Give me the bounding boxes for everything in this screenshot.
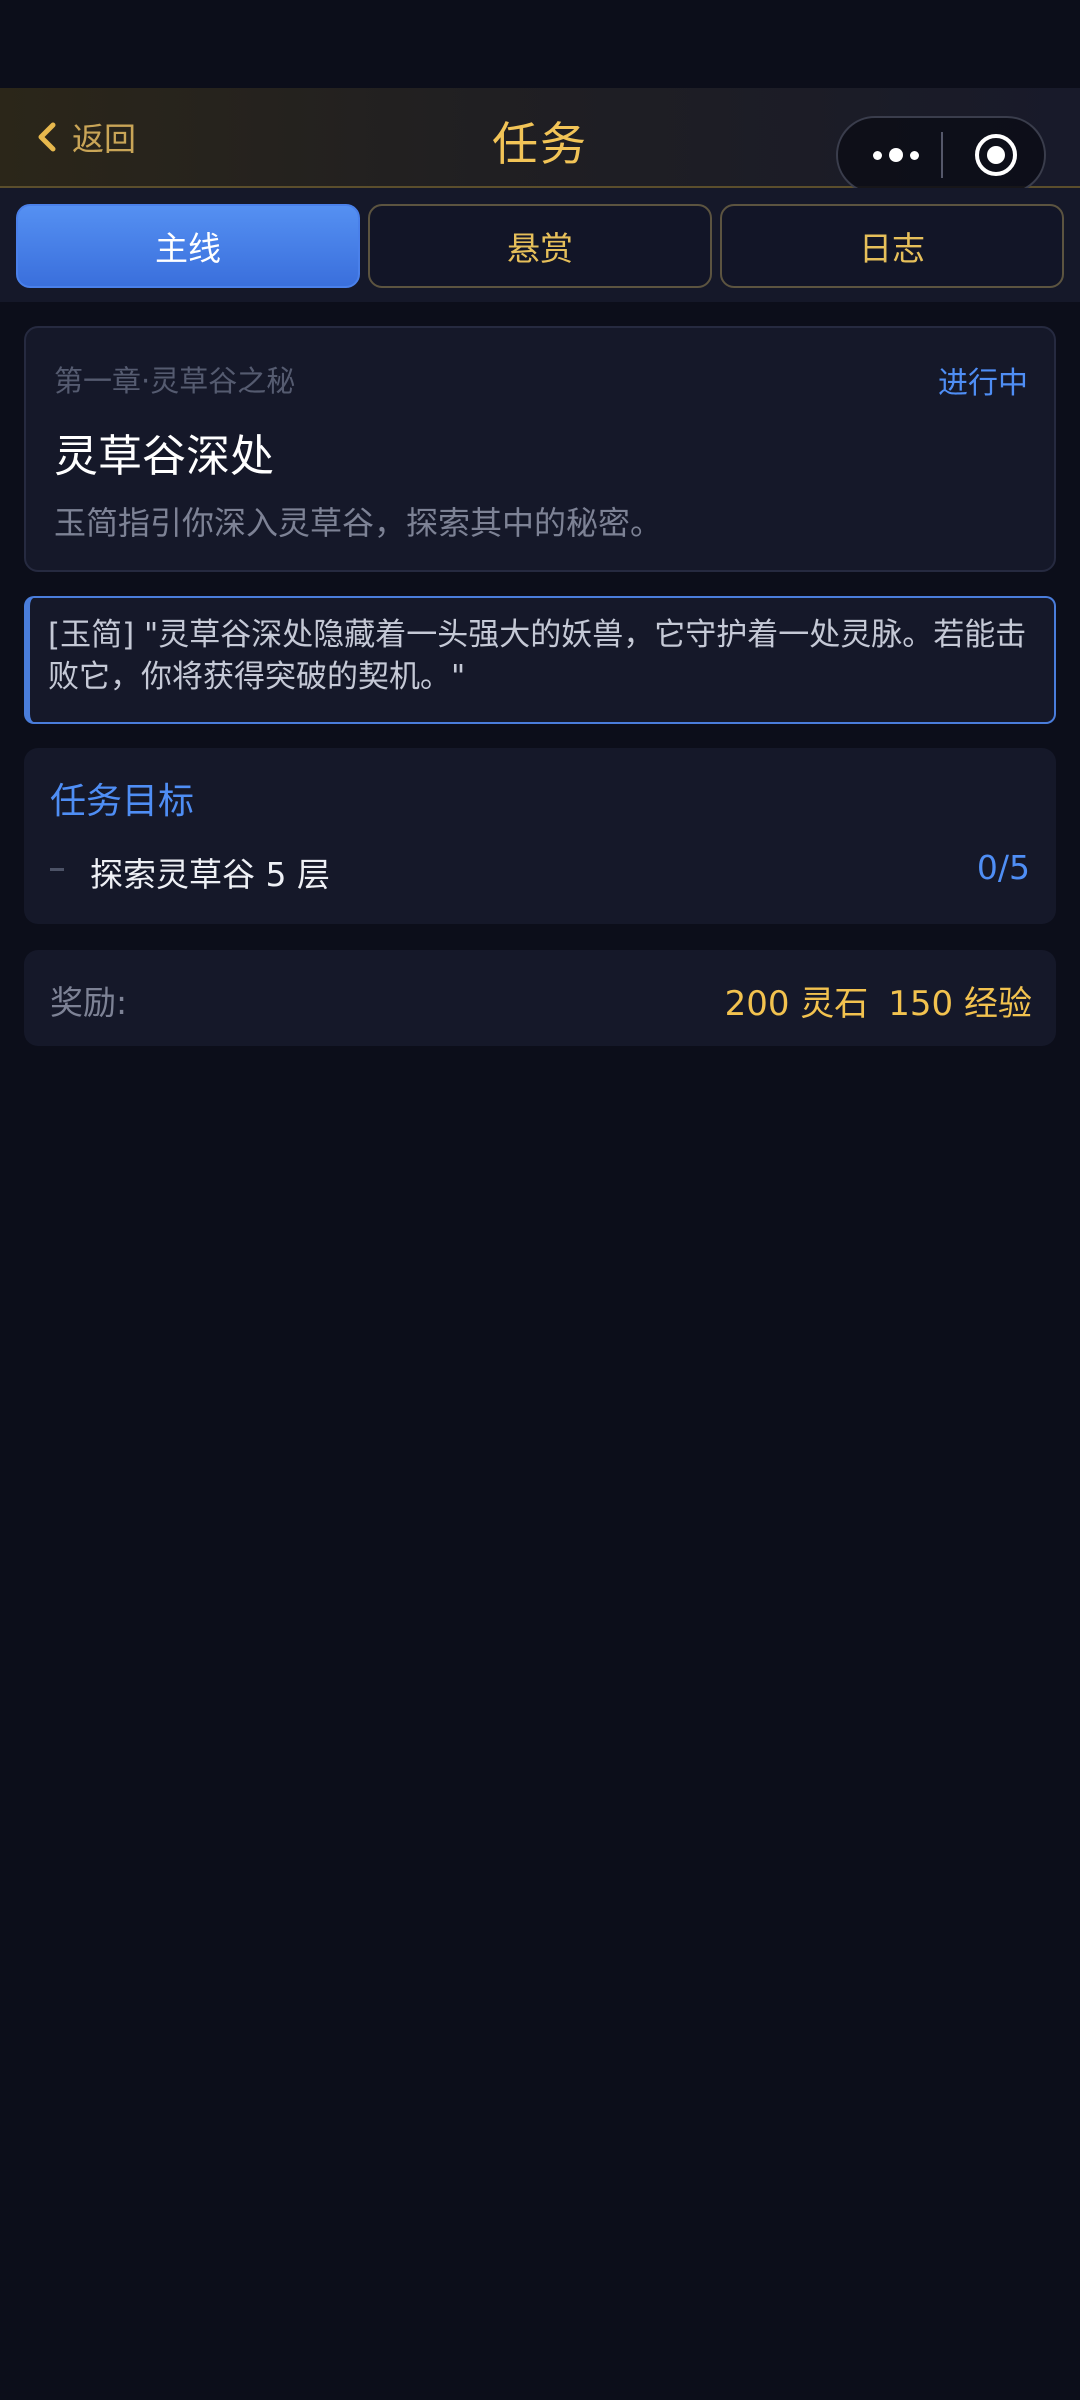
tab-bar: 主线 悬赏 日志 — [0, 188, 1080, 302]
objectives-title: 任务目标 — [50, 781, 195, 822]
objective-item: 探索灵草谷 5 层 0/5 — [50, 846, 1030, 896]
tab-label: 悬赏 — [507, 229, 573, 268]
quest-card: 第一章·灵草谷之秘 进行中 灵草谷深处 玉简指引你深入灵草谷，探索其中的秘密。 — [24, 326, 1056, 572]
objectives-panel: 任务目标 探索灵草谷 5 层 0/5 — [24, 748, 1056, 924]
capsule-divider — [941, 132, 943, 178]
quest-title: 灵草谷深处 — [54, 431, 274, 482]
tab-main-quest[interactable]: 主线 — [16, 204, 360, 288]
more-dots-icon[interactable] — [860, 118, 932, 192]
tab-log[interactable]: 日志 — [720, 204, 1064, 288]
rewards-label: 奖励: — [50, 983, 128, 1022]
tab-bounty[interactable]: 悬赏 — [368, 204, 712, 288]
reward-experience: 150 经验 — [888, 984, 1032, 1024]
quest-page: 返回 任务 主线 悬赏 日志 第一章·灵草谷之秘 进行中 灵草谷深处 玉简指引你… — [0, 0, 1080, 2400]
chapter-label: 第一章·灵草谷之秘 — [54, 364, 296, 398]
objective-progress: 0/5 — [976, 848, 1030, 887]
mini-program-capsule — [836, 116, 1046, 194]
dialogue-box: [玉简] "灵草谷深处隐藏着一头强大的妖兽，它守护着一处灵脉。若能击败它，你将获… — [24, 596, 1056, 724]
dialogue-text: [玉简] "灵草谷深处隐藏着一头强大的妖兽，它守护着一处灵脉。若能击败它，你将获… — [48, 617, 1027, 695]
rewards-panel: 奖励: 200 灵石 150 经验 — [24, 950, 1056, 1046]
tab-label: 日志 — [859, 229, 925, 268]
quest-description: 玉简指引你深入灵草谷，探索其中的秘密。 — [54, 504, 663, 542]
status-bar — [0, 0, 1080, 88]
dash-icon — [50, 868, 64, 871]
header-bar: 返回 任务 — [0, 88, 1080, 194]
reward-spirit-stone: 200 灵石 — [724, 984, 869, 1024]
objective-text: 探索灵草谷 5 层 — [90, 855, 330, 894]
target-circle-icon[interactable] — [966, 118, 1026, 192]
tab-label: 主线 — [155, 229, 221, 268]
rewards-values: 200 灵石 150 经验 — [725, 976, 1032, 1025]
quest-status-badge: 进行中 — [938, 366, 1028, 401]
